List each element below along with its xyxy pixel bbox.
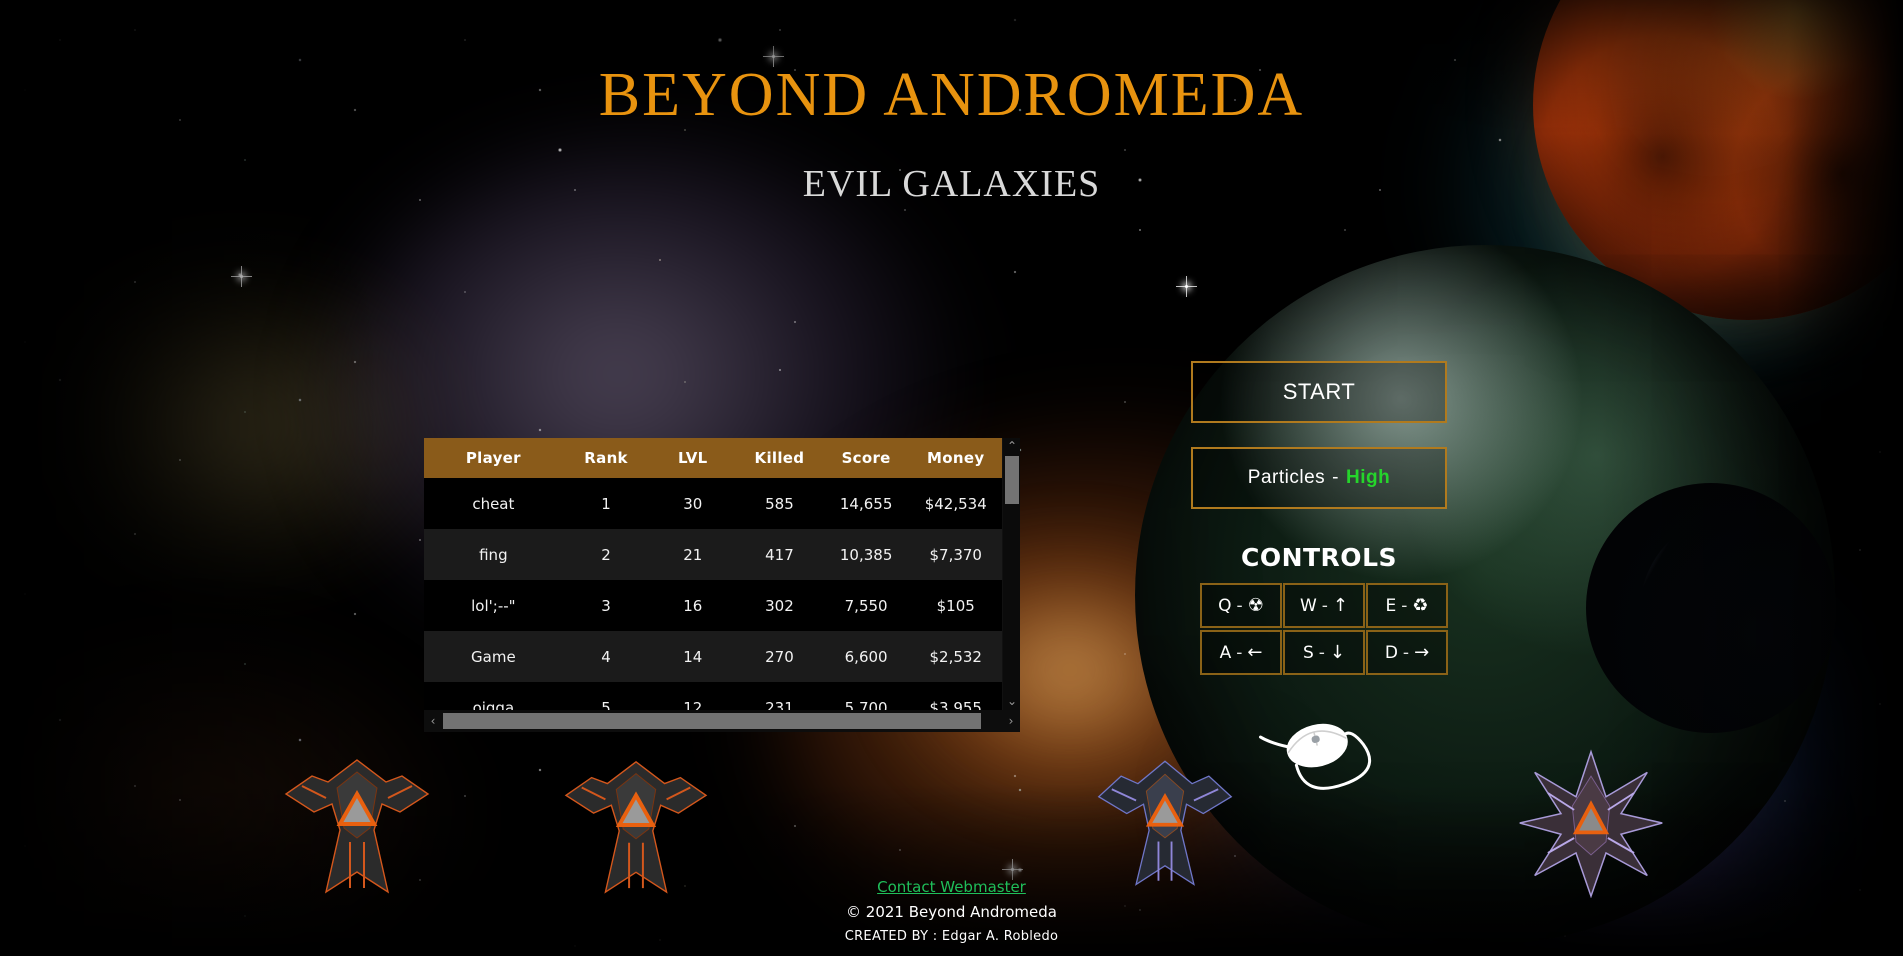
vertical-scrollbar-thumb[interactable] <box>1005 456 1019 504</box>
particles-toggle-button[interactable]: Particles - High <box>1191 447 1447 509</box>
cell-killed: 270 <box>736 631 823 682</box>
cell-score: 5,700 <box>822 682 910 710</box>
cell-lvl: 14 <box>649 631 737 682</box>
key-label-q: Q <box>1218 595 1232 616</box>
crescent-moon <box>1586 483 1836 733</box>
scroll-up-icon[interactable]: ⌃ <box>1003 438 1021 455</box>
cell-score: 7,550 <box>822 580 910 631</box>
cell-rank: 1 <box>562 478 650 529</box>
cell-score: 6,600 <box>822 631 910 682</box>
key-label-d: D <box>1384 642 1398 663</box>
bright-star <box>763 46 784 67</box>
control-key-e[interactable]: E - ♻ <box>1366 583 1448 628</box>
table-row: oigga 5 12 231 5,700 $3,955 <box>424 682 1002 710</box>
page-footer: Contact Webmaster © 2021 Beyond Andromed… <box>0 877 1903 944</box>
bright-star <box>231 266 252 287</box>
table-row: Game 4 14 270 6,600 $2,532 <box>424 631 1002 682</box>
key-dash: - <box>1402 642 1410 663</box>
page-title: BEYOND ANDROMEDA <box>598 61 1305 129</box>
cell-player: oigga <box>424 682 563 710</box>
cell-lvl: 21 <box>649 529 737 580</box>
cell-money: $7,370 <box>909 529 1002 580</box>
scroll-right-icon[interactable]: › <box>1002 710 1020 732</box>
key-dash: - <box>1321 595 1328 616</box>
cell-rank: 5 <box>562 682 650 710</box>
particles-dash: - <box>1332 467 1339 488</box>
start-button[interactable]: START <box>1191 361 1447 423</box>
cell-lvl: 30 <box>649 478 737 529</box>
key-dash: - <box>1236 642 1243 663</box>
cell-killed: 302 <box>736 580 823 631</box>
cell-killed: 231 <box>736 682 823 710</box>
recycle-icon: ♻ <box>1412 594 1429 616</box>
key-dash: - <box>1236 595 1243 616</box>
created-by-text: CREATED BY : Edgar A. Robledo <box>844 929 1059 944</box>
contact-webmaster-link[interactable]: Contact Webmaster <box>877 878 1026 896</box>
cell-lvl: 12 <box>649 682 737 710</box>
arrow-up-icon: ↑ <box>1332 594 1349 616</box>
table-row: fing 2 21 417 10,385 $7,370 <box>424 529 1002 580</box>
control-key-d[interactable]: D - → <box>1366 630 1448 675</box>
control-key-q[interactable]: Q - ☢ <box>1200 583 1282 628</box>
main-menu: START Particles - High <box>1191 361 1447 509</box>
key-label-s: S <box>1302 642 1314 663</box>
cell-money: $105 <box>909 580 1002 631</box>
arrow-down-icon: ↓ <box>1329 641 1346 663</box>
copyright-text: © 2021 Beyond Andromeda <box>846 903 1057 921</box>
cell-score: 10,385 <box>822 529 910 580</box>
cell-money: $2,532 <box>909 631 1002 682</box>
key-dash: - <box>1401 595 1408 616</box>
vertical-scrollbar[interactable]: ⌃ ⌄ <box>1002 438 1020 710</box>
control-key-s[interactable]: S - ↓ <box>1283 630 1365 675</box>
column-header-killed[interactable]: Killed <box>736 438 823 478</box>
bright-star <box>1002 859 1023 880</box>
scroll-down-icon[interactable]: ⌄ <box>1003 693 1021 710</box>
key-label-a: A <box>1219 642 1232 663</box>
horizontal-scrollbar[interactable]: ‹ › <box>424 710 1020 732</box>
column-header-money[interactable]: Money <box>909 438 1002 478</box>
cell-lvl: 16 <box>649 580 737 631</box>
highscore-table[interactable]: Player Rank LVL Killed Score Money cheat… <box>424 438 1020 732</box>
cell-player: cheat <box>424 478 563 529</box>
spaceship-sprite-4 <box>1519 749 1663 898</box>
table-header-row: Player Rank LVL Killed Score Money <box>424 438 1002 478</box>
spaceship-sprite-3 <box>1097 760 1233 886</box>
column-header-player[interactable]: Player <box>424 438 563 478</box>
scroll-left-icon[interactable]: ‹ <box>424 710 442 732</box>
cell-player: lol';--" <box>424 580 563 631</box>
particles-label: Particles <box>1247 467 1326 488</box>
control-key-w[interactable]: W - ↑ <box>1283 583 1365 628</box>
control-key-a[interactable]: A - ← <box>1200 630 1282 675</box>
radioactive-icon: ☢ <box>1247 594 1264 616</box>
table-row: cheat 1 30 585 14,655 $42,534 <box>424 478 1002 529</box>
cell-rank: 3 <box>562 580 650 631</box>
cell-killed: 417 <box>736 529 823 580</box>
controls-heading: CONTROLS <box>1240 543 1397 572</box>
cell-player: fing <box>424 529 563 580</box>
arrow-right-icon: → <box>1414 641 1430 663</box>
particles-value: High <box>1345 467 1391 488</box>
cell-money: $3,955 <box>909 682 1002 710</box>
column-header-lvl[interactable]: LVL <box>649 438 737 478</box>
cell-money: $42,534 <box>909 478 1002 529</box>
cell-score: 14,655 <box>822 478 910 529</box>
cell-rank: 2 <box>562 529 650 580</box>
cell-rank: 4 <box>562 631 650 682</box>
table-row: lol';--" 3 16 302 7,550 $105 <box>424 580 1002 631</box>
key-dash: - <box>1318 642 1325 663</box>
column-header-score[interactable]: Score <box>822 438 910 478</box>
key-label-w: W <box>1299 595 1317 616</box>
bright-star <box>1176 276 1197 297</box>
horizontal-scrollbar-thumb[interactable] <box>443 713 981 729</box>
controls-key-grid: Q - ☢ W - ↑ E - ♻ A - ← S - ↓ D - → <box>1200 583 1448 675</box>
highscore-table-viewport: Player Rank LVL Killed Score Money cheat… <box>424 438 1002 710</box>
cell-killed: 585 <box>736 478 823 529</box>
start-button-label: START <box>1282 379 1356 404</box>
column-header-rank[interactable]: Rank <box>562 438 650 478</box>
arrow-left-icon: ← <box>1247 641 1263 663</box>
page-subtitle: EVIL GALAXIES <box>802 163 1101 205</box>
cell-player: Game <box>424 631 563 682</box>
key-label-e: E <box>1385 595 1397 616</box>
